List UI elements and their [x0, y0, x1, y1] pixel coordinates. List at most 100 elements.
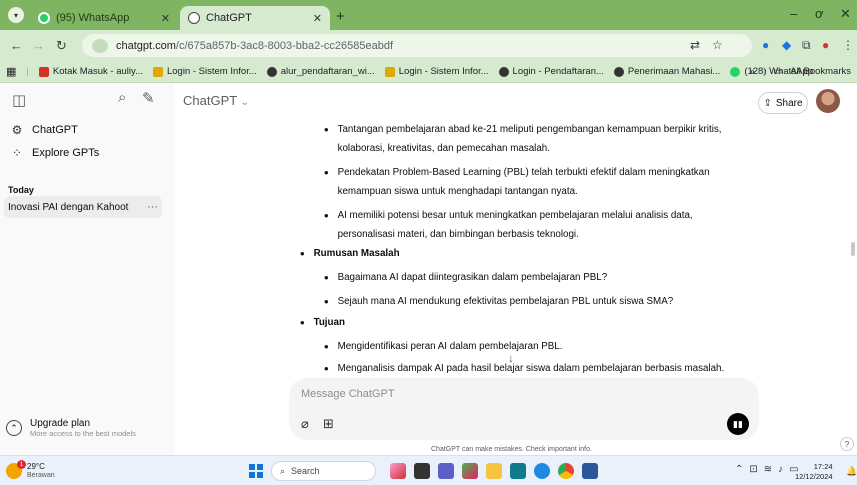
bookmark-login-pendaftaran[interactable]: Login - Pendaftaran...	[498, 66, 604, 77]
chevron-up-icon[interactable]: ⌃	[735, 464, 743, 475]
tab-close-icon[interactable]: ✕	[161, 12, 170, 25]
restore-button[interactable]: ơ	[815, 6, 824, 21]
sidebar-item-chatgpt[interactable]: ⚙ ChatGPT	[10, 123, 78, 137]
bookmark-label: Login - Sistem Infor...	[398, 66, 489, 77]
share-button[interactable]: ⇪ Share	[758, 92, 808, 114]
taskbar-search[interactable]: ⌕ Search	[271, 461, 376, 481]
url-input[interactable]: chatgpt.com/c/675a857b-3ac8-8003-bba2-cc…	[82, 34, 752, 57]
tab-whatsapp[interactable]: (95) WhatsApp ✕	[30, 6, 178, 30]
extension-icon-2[interactable]: ◆	[782, 38, 791, 52]
bookmark-alur-pendaftaran[interactable]: alur_pendaftaran_wi...	[266, 66, 375, 77]
weather-condition: Berawan	[27, 472, 55, 479]
gmail-icon	[38, 66, 49, 77]
app-tray-icon[interactable]: ⊡	[749, 464, 757, 475]
message-composer[interactable]: Message ChatGPT ⌀ ⊞ ▮▮	[289, 378, 759, 440]
chrome-icon[interactable]	[558, 463, 574, 479]
section-heading-item: • Tujuan	[300, 313, 345, 332]
wifi-icon[interactable]: ≋	[764, 464, 772, 475]
translate-icon[interactable]: ⇄	[690, 38, 700, 52]
list-item-text: kolaborasi, kreativitas, dan pemecahan m…	[337, 143, 550, 154]
conversation-item[interactable]: Inovasi PAI dengan Kahoot ···	[4, 196, 162, 218]
list-item-text: kemampuan siswa untuk menghadapi tantang…	[337, 186, 578, 197]
time: 17:24	[813, 462, 833, 471]
word-icon[interactable]	[582, 463, 598, 479]
extension-icon[interactable]: ●	[762, 38, 769, 52]
back-arrow-icon[interactable]: ←	[10, 38, 23, 53]
chevron-down-icon: ⌄	[240, 97, 249, 108]
upgrade-subtitle: More access to the best models	[30, 429, 136, 438]
file-explorer-icon[interactable]	[486, 463, 502, 479]
apps-grid-icon[interactable]: ▦	[6, 65, 16, 78]
close-window-button[interactable]: ✕	[840, 6, 851, 22]
bullet: •	[324, 361, 329, 376]
list-item: • Bagaimana AI dapat diintegrasikan dala…	[324, 268, 768, 287]
minimize-button[interactable]: –	[790, 6, 797, 21]
tab-close-icon[interactable]: ✕	[313, 12, 322, 25]
windows-start-icon[interactable]	[249, 464, 263, 478]
bookmark-site-icon	[152, 66, 163, 77]
share-label: Share	[775, 97, 803, 109]
notification-bell-icon[interactable]: 🔔	[846, 466, 857, 477]
sidebar-item-explore-gpts[interactable]: ⁘ Explore GPTs	[10, 146, 99, 160]
tab-chatgpt[interactable]: ChatGPT ✕	[180, 6, 330, 30]
help-button[interactable]: ?	[840, 437, 854, 451]
sidebar-toggle-icon[interactable]: ◫	[12, 91, 26, 109]
forward-arrow-icon[interactable]: →	[32, 38, 45, 53]
list-item-text: Mengidentifikasi peran AI dalam pembelaj…	[337, 341, 563, 352]
clock[interactable]: 17:24 12/12/2024	[795, 462, 833, 482]
app-icon-4[interactable]	[462, 463, 478, 479]
reload-icon[interactable]: ↻	[56, 38, 67, 54]
openai-icon: ⚙	[11, 123, 23, 137]
upgrade-title: Upgrade plan	[30, 418, 91, 429]
teams-icon[interactable]	[438, 463, 454, 479]
tab-label: (95) WhatsApp	[56, 12, 130, 24]
list-item-text: Menganalisis dampak AI pada hasil belaja…	[337, 363, 725, 374]
weather-widget[interactable]: 1 29°C Berawan	[6, 460, 55, 480]
model-selector[interactable]: ChatGPT ⌄	[183, 93, 249, 108]
avatar[interactable]	[816, 89, 840, 113]
app-icon-2[interactable]	[414, 463, 430, 479]
voice-mode-icon[interactable]: ▮▮	[727, 413, 749, 435]
profile-icon[interactable]: ●	[822, 38, 829, 52]
scroll-down-arrow-icon[interactable]: ↓	[508, 351, 514, 365]
bookmarks-bar: ▦ | Kotak Masuk - auliy... Login - Siste…	[0, 61, 857, 83]
section-heading: Rumusan Masalah	[313, 248, 400, 259]
list-item: • Menganalisis dampak AI pada hasil bela…	[324, 359, 768, 378]
list-item-text: Bagaimana AI dapat diintegrasikan dalam …	[337, 272, 608, 283]
browser-tab-strip: ▾ (95) WhatsApp ✕ ChatGPT ✕ + – ơ ✕	[0, 0, 857, 30]
new-tab-button[interactable]: +	[336, 8, 345, 25]
bookmark-star-icon[interactable]: ☆	[712, 38, 723, 52]
list-item: • Sejauh mana AI mendukung efektivitas p…	[324, 292, 768, 311]
sidebar-item-label: ChatGPT	[32, 124, 78, 136]
bookmark-label: alur_pendaftaran_wi...	[280, 66, 375, 77]
list-item-text: Tantangan pembelajaran abad ke-21 melipu…	[337, 124, 722, 135]
tab-search-chevron-icon[interactable]: ▾	[8, 7, 24, 23]
bookmark-gmail[interactable]: Kotak Masuk - auliy...	[38, 66, 143, 77]
new-chat-icon[interactable]: ✎	[142, 89, 155, 107]
extensions-puzzle-icon[interactable]: ⧉	[802, 38, 811, 53]
more-menu-icon[interactable]: ⋮	[842, 38, 854, 52]
bookmark-login-sistem-2[interactable]: Login - Sistem Infor...	[384, 66, 489, 77]
message-input[interactable]: Message ChatGPT	[301, 388, 395, 400]
globe-icon	[266, 66, 277, 77]
app-icon-6[interactable]	[510, 463, 526, 479]
all-bookmarks-button[interactable]: All Bookmarks	[790, 66, 851, 77]
bookmark-penerimaan[interactable]: Penerimaan Mahasi...	[613, 66, 720, 77]
grid-icon: ⁘	[11, 146, 23, 160]
app-icon-1[interactable]	[390, 463, 406, 479]
bookmark-login-sistem-1[interactable]: Login - Sistem Infor...	[152, 66, 257, 77]
edge-icon[interactable]	[534, 463, 550, 479]
openai-icon	[188, 12, 200, 24]
volume-icon[interactable]: ♪	[778, 464, 783, 475]
search-icon[interactable]: ⌕	[118, 89, 126, 106]
bookmark-label: Login - Sistem Infor...	[166, 66, 257, 77]
bookmarks-overflow-button[interactable]: »	[750, 66, 755, 77]
tools-icon[interactable]: ⊞	[323, 416, 334, 432]
list-item: • Pendekatan Problem-Based Learning (PBL…	[324, 163, 768, 201]
model-name: ChatGPT	[183, 93, 237, 108]
attach-paperclip-icon[interactable]: ⌀	[301, 416, 309, 432]
site-info-icon[interactable]	[92, 38, 108, 53]
upgrade-plan-button[interactable]: ⌃ Upgrade plan More access to the best m…	[6, 418, 136, 438]
scrollbar[interactable]	[851, 242, 855, 256]
conversation-options-icon[interactable]: ···	[147, 201, 158, 213]
